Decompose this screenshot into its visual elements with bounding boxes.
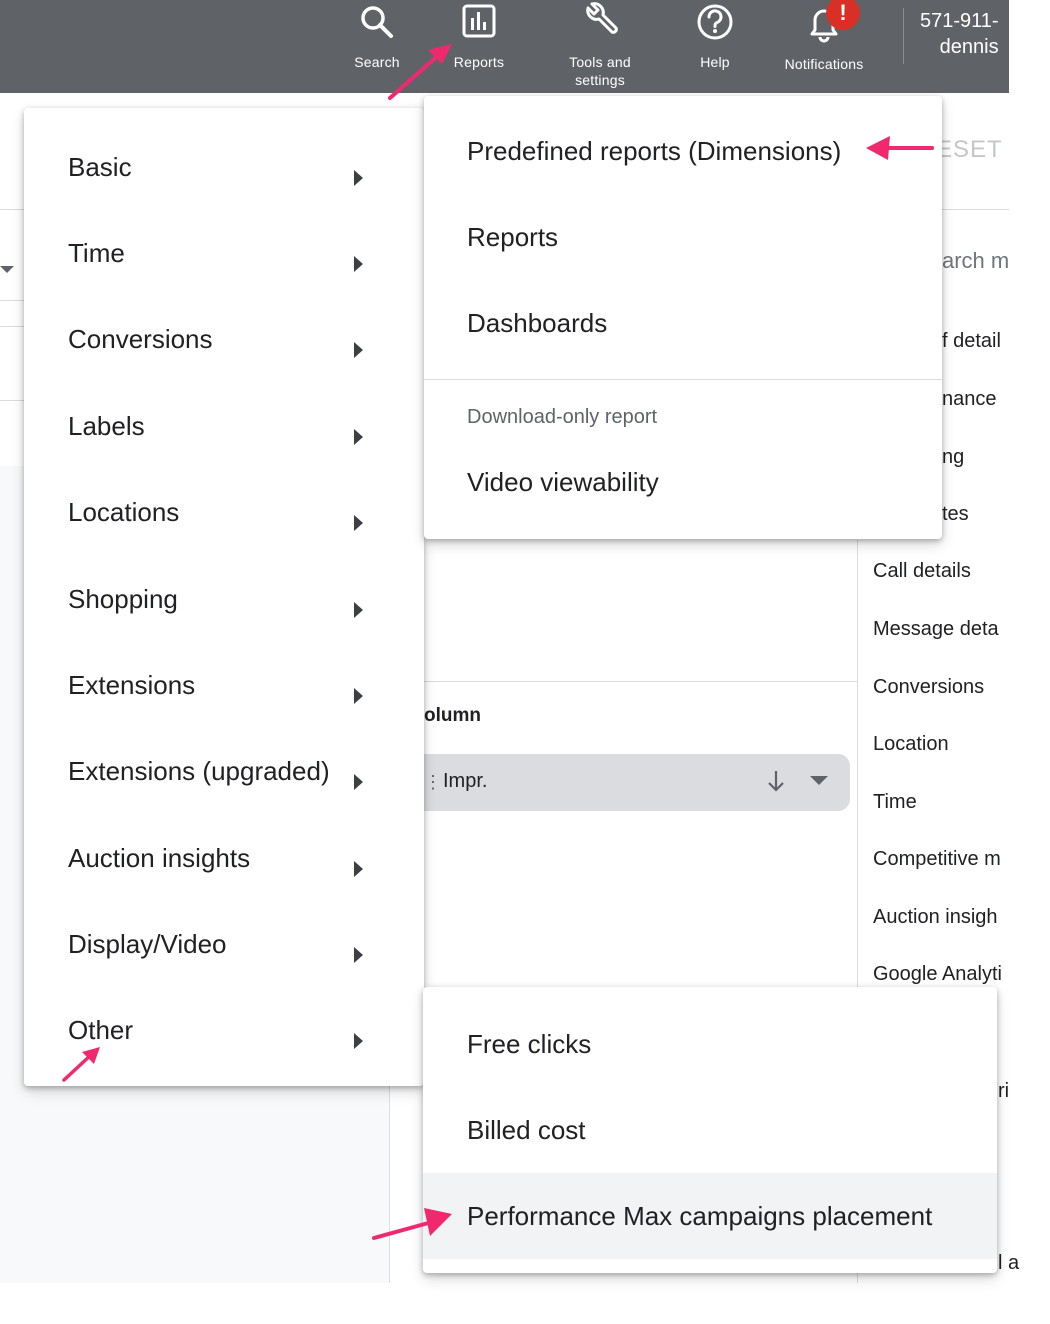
menu-item-shopping[interactable]: Shopping bbox=[24, 554, 424, 640]
annotation-arrow-icon bbox=[866, 136, 934, 160]
help-button[interactable]: Help bbox=[690, 0, 740, 71]
chevron-down-icon[interactable] bbox=[810, 776, 828, 785]
divider bbox=[0, 300, 24, 301]
list-item[interactable]: Google Analyti bbox=[873, 963, 1009, 986]
list-item: ri bbox=[998, 1080, 1010, 1102]
menu-item-label: Basic bbox=[68, 152, 132, 182]
menu-item-extensions-upgraded[interactable]: Extensions (upgraded) bbox=[24, 726, 424, 812]
menu-item-free-clicks[interactable]: Free clicks bbox=[467, 1029, 591, 1060]
submenu-arrow-icon bbox=[354, 688, 363, 704]
tools-and-settings-button[interactable]: Tools and settings bbox=[560, 0, 640, 89]
annotation-arrow-icon bbox=[388, 44, 452, 100]
search-metrics-input[interactable]: arch m bbox=[942, 248, 1009, 274]
account-info[interactable]: 571-911- dennis bbox=[920, 8, 999, 60]
menu-item-label: Auction insights bbox=[68, 843, 251, 873]
menu-item-display-video[interactable]: Display/Video bbox=[24, 899, 424, 985]
submenu-arrow-icon bbox=[354, 515, 363, 531]
drag-handle-icon[interactable]: ⋮ bbox=[424, 772, 442, 793]
menu-item-dashboards[interactable]: Dashboards bbox=[467, 308, 607, 339]
column-chip-label: Impr. bbox=[443, 770, 488, 792]
help-label: Help bbox=[700, 54, 730, 70]
submenu-arrow-icon bbox=[354, 861, 363, 877]
divider bbox=[0, 400, 24, 401]
menu-item-time[interactable]: Time bbox=[24, 208, 424, 294]
menu-item-predefined-reports[interactable]: Predefined reports (Dimensions) bbox=[467, 136, 841, 167]
menu-item-locations[interactable]: Locations bbox=[24, 467, 424, 553]
divider bbox=[0, 326, 24, 327]
menu-item-billed-cost[interactable]: Billed cost bbox=[467, 1115, 586, 1146]
account-phone: 571-911- bbox=[920, 10, 999, 32]
list-item[interactable]: Message deta bbox=[873, 618, 1009, 641]
help-icon bbox=[697, 4, 733, 40]
menu-item-video-viewability[interactable]: Video viewability bbox=[467, 467, 659, 498]
top-navigation-bar: Search Reports Tools and settings Help N… bbox=[0, 0, 1009, 93]
menu-item-label: Labels bbox=[68, 411, 145, 441]
list-item[interactable]: Auction insigh bbox=[873, 906, 1009, 929]
submenu-arrow-icon bbox=[354, 774, 363, 790]
menu-item-label: Locations bbox=[68, 497, 180, 527]
list-item[interactable]: Location bbox=[873, 733, 1009, 756]
dropdown-caret-icon[interactable] bbox=[0, 266, 14, 273]
list-item[interactable]: ng bbox=[942, 446, 964, 469]
list-item: l a bbox=[998, 1252, 1020, 1274]
menu-item-label: Time bbox=[68, 238, 125, 268]
menu-item-label: Extensions bbox=[68, 670, 196, 700]
search-icon bbox=[361, 6, 393, 38]
submenu-arrow-icon bbox=[354, 256, 363, 272]
reports-icon bbox=[462, 4, 496, 38]
menu-item-conversions[interactable]: Conversions bbox=[24, 294, 424, 380]
list-item[interactable]: nance bbox=[942, 388, 997, 411]
column-section-label: olumn bbox=[424, 705, 481, 726]
menu-item-reports[interactable]: Reports bbox=[467, 222, 558, 253]
divider bbox=[424, 681, 857, 682]
submenu-arrow-icon bbox=[354, 602, 363, 618]
list-item[interactable]: tes bbox=[942, 503, 969, 526]
menu-item-label: Shopping bbox=[68, 584, 178, 614]
menu-item-label: Other bbox=[68, 1015, 134, 1045]
report-category-menu: Basic Time Conversions Labels Locations … bbox=[24, 108, 424, 1086]
list-item[interactable]: Call details bbox=[873, 560, 1009, 583]
menu-divider bbox=[424, 379, 942, 380]
menu-item-label: Extensions (upgraded) bbox=[68, 756, 330, 786]
annotation-arrow-icon bbox=[372, 1208, 452, 1240]
menu-item-performance-max-placement[interactable]: Performance Max campaigns placement bbox=[467, 1201, 932, 1232]
annotation-arrow-icon bbox=[62, 1047, 100, 1082]
menu-item-labels[interactable]: Labels bbox=[24, 381, 424, 467]
tools-label-line1: Tools and bbox=[569, 54, 631, 70]
list-item[interactable]: Conversions bbox=[873, 676, 1009, 699]
reset-button[interactable]: ESET bbox=[936, 136, 1003, 164]
other-submenu: Free clicks Billed cost Performance Max … bbox=[423, 987, 997, 1273]
menu-item-label: Conversions bbox=[68, 324, 213, 354]
submenu-arrow-icon bbox=[354, 170, 363, 186]
column-chip-impr[interactable]: ⋮ Impr. bbox=[424, 754, 850, 811]
menu-item-auction-insights[interactable]: Auction insights bbox=[24, 813, 424, 899]
divider bbox=[389, 1080, 390, 1283]
notifications-label: Notifications bbox=[784, 56, 864, 72]
menu-item-label: Display/Video bbox=[68, 929, 227, 959]
wrench-icon bbox=[586, 2, 618, 34]
menu-item-basic[interactable]: Basic bbox=[24, 122, 424, 208]
list-item[interactable]: Time bbox=[873, 791, 1009, 814]
list-item[interactable]: Competitive m bbox=[873, 848, 1009, 871]
submenu-arrow-icon bbox=[354, 429, 363, 445]
account-name: dennis bbox=[939, 36, 999, 58]
submenu-arrow-icon bbox=[354, 1033, 363, 1049]
menu-item-extensions[interactable]: Extensions bbox=[24, 640, 424, 726]
submenu-arrow-icon bbox=[354, 947, 363, 963]
menu-section-header: Download-only report bbox=[467, 406, 658, 428]
list-item[interactable]: f detail bbox=[942, 330, 1001, 353]
submenu-arrow-icon bbox=[354, 342, 363, 358]
sort-descending-icon[interactable] bbox=[766, 768, 786, 794]
topbar-divider bbox=[903, 8, 904, 64]
tools-label-line2: settings bbox=[575, 72, 625, 88]
